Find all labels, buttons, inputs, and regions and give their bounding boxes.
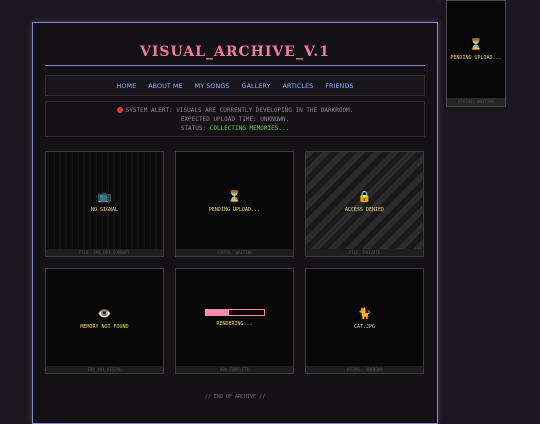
card-caption: RENDERING...	[216, 321, 253, 327]
tv-icon: 📺	[97, 189, 112, 203]
hourglass-icon: ⏳	[469, 38, 483, 51]
gallery-card-pending[interactable]: ⏳ PENDING UPLOAD... STATUS: WAITING	[175, 151, 294, 257]
card-footer: 90% COMPLETE	[176, 366, 293, 373]
gallery-card-rendering[interactable]: RENDERING... 90% COMPLETE	[175, 268, 294, 374]
nav-link-my-songs[interactable]: MY SONGS	[195, 82, 230, 90]
card-footer: STATUS: WAITING	[176, 249, 293, 256]
system-alert: SYSTEM ALERT: VISUALS ARE CURRENTLY DEVE…	[45, 101, 425, 137]
alert-status-label: STATUS:	[180, 125, 207, 132]
archive-end-note: // END OF ARCHIVE //	[204, 394, 266, 400]
card-caption: ACCESS DENIED	[344, 206, 385, 213]
alert-status-value: COLLECTING MEMORIES...	[209, 125, 290, 132]
card-footer: ERR_404_VISUAL	[46, 366, 163, 373]
card-footer: FILE: IMG_001_CORRUPT	[46, 249, 163, 256]
hourglass-icon: ⏳	[227, 189, 242, 203]
nav-link-articles[interactable]: ARTICLES	[282, 82, 313, 90]
gallery-card-memory-not-found[interactable]: 👁️ MEMORY NOT FOUND ERR_404_VISUAL	[45, 268, 164, 374]
nav-link-friends[interactable]: FRIENDS	[325, 82, 353, 90]
nav-link-home[interactable]: HOME	[116, 82, 136, 90]
gallery-card-no-signal[interactable]: 📺 NO SIGNAL FILE: IMG_001_CORRUPT	[45, 151, 164, 257]
gallery-card-cat[interactable]: 🐈 CAT.JPG VISUAL: UNKNOWN	[305, 268, 424, 374]
floating-card-caption: PENDING UPLOAD...	[450, 55, 502, 61]
title-divider	[45, 65, 425, 66]
floating-card-footer: STATUS: WAITING	[447, 98, 505, 106]
alert-line-2: EXPECTED UPLOAD TIME: UNKNOWN.	[180, 116, 290, 123]
card-caption: CAT.JPG	[353, 323, 376, 330]
lock-icon: 🔒	[357, 189, 372, 203]
side-tag: ::	[437, 0, 442, 5]
nav-link-about-me[interactable]: ABOUT ME	[148, 82, 182, 90]
alert-dot-icon	[116, 107, 123, 113]
gallery-card-access-denied[interactable]: 🔒 ACCESS DENIED FILE: PRIVATE	[305, 151, 424, 257]
card-caption: PENDING UPLOAD...	[208, 206, 261, 213]
card-caption: NO SIGNAL	[90, 206, 119, 213]
progress-bar-fill	[205, 310, 229, 315]
floating-card[interactable]: ⏳ PENDING UPLOAD... STATUS: WAITING	[446, 0, 506, 107]
archive-frame: VISUAL_ARCHIVE_V.1 HOME ABOUT ME MY SONG…	[32, 22, 438, 424]
cat-icon: 🐈	[357, 306, 372, 320]
nav-link-gallery[interactable]: GALLERY	[242, 82, 271, 90]
alert-line-1: SYSTEM ALERT: VISUALS ARE CURRENTLY DEVE…	[125, 107, 354, 114]
card-footer: VISUAL: UNKNOWN	[306, 366, 423, 373]
card-caption: MEMORY NOT FOUND	[80, 323, 129, 330]
progress-bar	[204, 309, 265, 316]
eye-icon: 👁️	[97, 306, 112, 320]
nav-bar: HOME ABOUT ME MY SONGS GALLERY ARTICLES …	[45, 75, 425, 96]
page-title: VISUAL_ARCHIVE_V.1	[140, 44, 330, 60]
card-footer: FILE: PRIVATE	[306, 249, 423, 256]
